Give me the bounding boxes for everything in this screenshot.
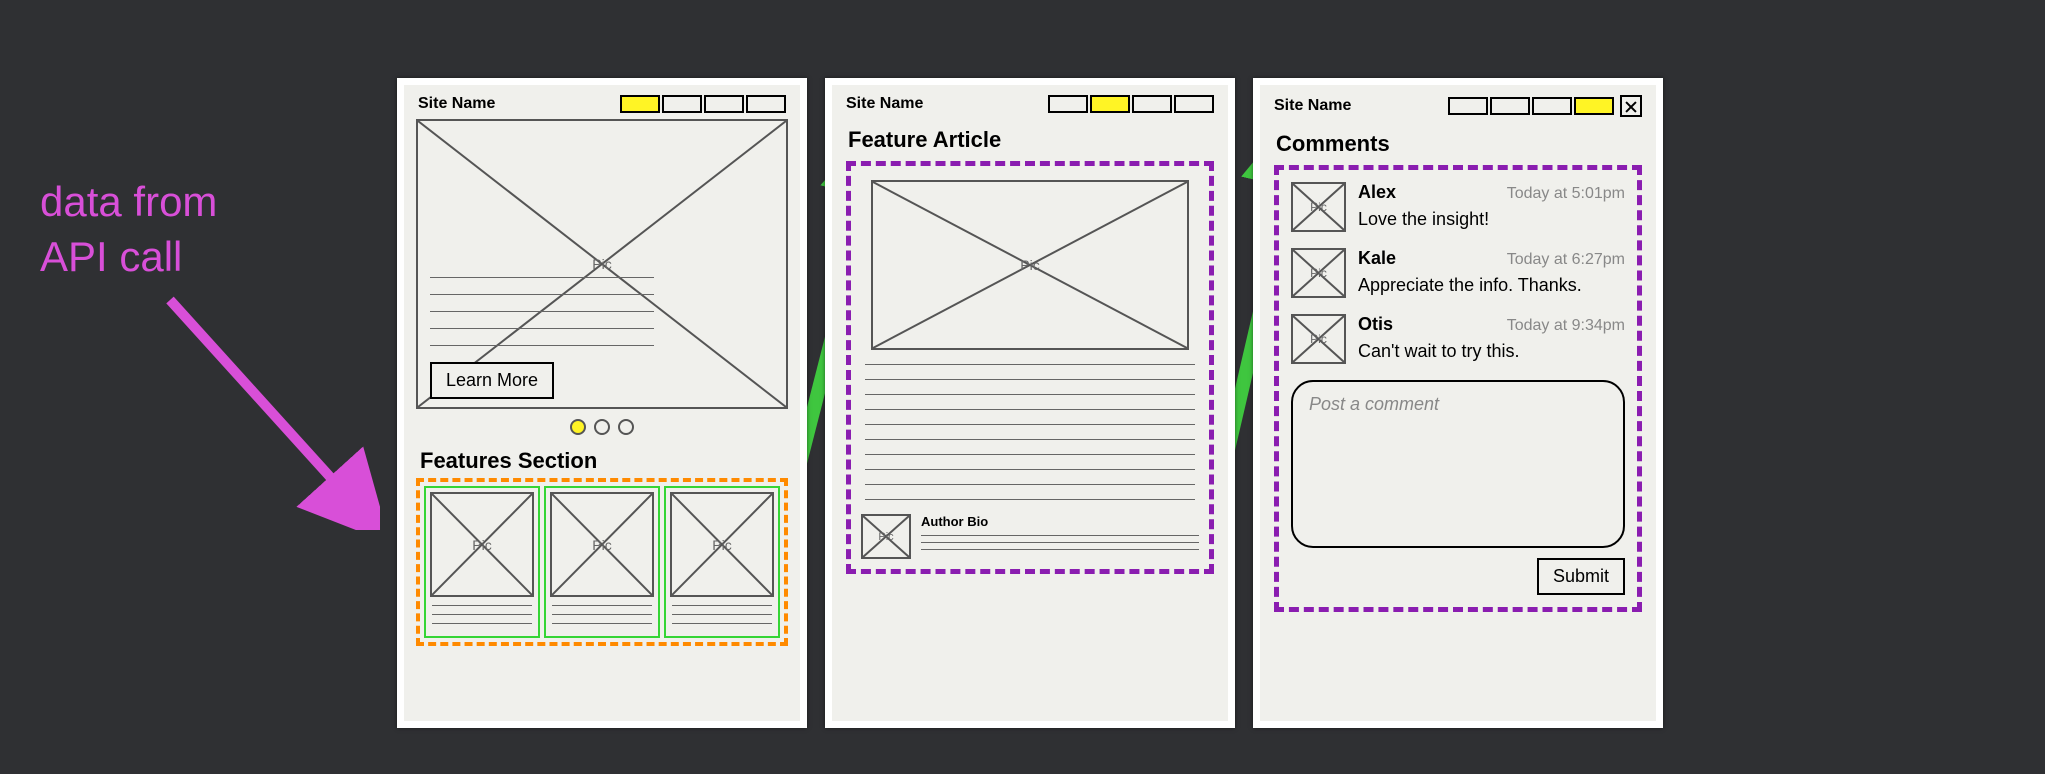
article-image-placeholder: Pic [871,180,1189,350]
placeholder-line [552,623,652,624]
placeholder-line [430,328,654,329]
placeholder-line [865,439,1195,440]
site-name: Site Name [846,95,923,113]
pic-label: Pic [712,537,731,553]
comment-body: Can't wait to try this. [1358,341,1625,362]
placeholder-line [672,614,772,615]
nav-tab-4[interactable] [746,95,786,113]
comment-time: Today at 6:27pm [1507,251,1625,269]
nav-tab-2[interactable] [662,95,702,113]
annotation-label: data from API call [40,175,217,284]
placeholder-line [430,311,654,312]
comments-api-region: Pic Alex Today at 5:01pm Love the insigh… [1274,165,1642,612]
placeholder-line [432,623,532,624]
pic-label: Pic [472,537,491,553]
comment-avatar-placeholder: Pic [1291,182,1346,232]
feature-card[interactable]: Pic [424,486,540,638]
nav-tab-3[interactable] [1132,95,1172,113]
pic-label: Pic [592,537,611,553]
comment-item: Pic Alex Today at 5:01pm Love the insigh… [1291,182,1625,232]
article-api-region: Pic Pic Author Bio [846,161,1214,574]
comment-time: Today at 5:01pm [1507,185,1625,203]
comment-item: Pic Kale Today at 6:27pm Appreciate the … [1291,248,1625,298]
placeholder-line [865,469,1195,470]
placeholder-line [865,409,1195,410]
comment-author: Kale [1358,248,1396,269]
nav-tab-1[interactable] [1048,95,1088,113]
feature-image-placeholder: Pic [670,492,774,597]
pic-label: Pic [1310,200,1327,214]
placeholder-line [432,614,532,615]
comment-avatar-placeholder: Pic [1291,314,1346,364]
nav-tabs [620,95,786,113]
nav-tab-4[interactable] [1174,95,1214,113]
submit-button[interactable]: Submit [1537,558,1625,595]
placeholder-line [552,614,652,615]
placeholder-line [921,549,1199,550]
features-api-region: Pic Pic Pic [416,478,788,646]
learn-more-button[interactable]: Learn More [430,362,554,399]
annotation-arrow [170,300,360,510]
nav-tab-2[interactable] [1490,97,1530,115]
comment-body: Appreciate the info. Thanks. [1358,275,1625,296]
pic-label: Pic [878,531,893,543]
hero-section: Pic Learn More [416,119,788,409]
author-bio-label: Author Bio [921,514,1199,529]
compose-placeholder: Post a comment [1309,394,1439,414]
pic-label: Pic [1310,266,1327,280]
pager-dot-2[interactable] [594,419,610,435]
placeholder-line [430,277,654,278]
nav-tab-4[interactable] [1574,97,1614,115]
placeholder-line [430,294,654,295]
author-bio-row: Pic Author Bio [861,514,1199,559]
feature-image-placeholder: Pic [550,492,654,597]
placeholder-line [865,484,1195,485]
placeholder-line [552,605,652,606]
site-name: Site Name [1274,97,1351,115]
site-name: Site Name [418,95,495,113]
features-section-title: Features Section [404,440,800,478]
comments-title: Comments [1260,123,1656,161]
placeholder-line [865,379,1195,380]
nav-tab-2[interactable] [1090,95,1130,113]
placeholder-line [432,605,532,606]
placeholder-line [865,454,1195,455]
placeholder-line [865,499,1195,500]
placeholder-line [672,623,772,624]
placeholder-line [921,535,1199,536]
nav-tab-1[interactable] [620,95,660,113]
nav-tabs [1048,95,1214,113]
placeholder-line [865,424,1195,425]
nav-tab-3[interactable] [704,95,744,113]
comment-author: Alex [1358,182,1396,203]
comment-compose-input[interactable]: Post a comment [1291,380,1625,548]
article-title: Feature Article [832,119,1228,157]
placeholder-line [921,542,1199,543]
nav-tabs [1448,95,1642,117]
pic-label: Pic [1310,332,1327,346]
pager-dot-3[interactable] [618,419,634,435]
placeholder-line [672,605,772,606]
wireframe-home-screen: Site Name Pic Learn More Feat [397,78,807,728]
placeholder-line [865,394,1195,395]
wireframe-article-screen: Site Name Feature Article Pic Pic [825,78,1235,728]
wireframe-comments-screen: Site Name Comments Pic Alex Today at 5:0… [1253,78,1663,728]
placeholder-line [430,345,654,346]
nav-tab-1[interactable] [1448,97,1488,115]
feature-card[interactable]: Pic [664,486,780,638]
close-icon[interactable] [1620,95,1642,117]
comment-time: Today at 9:34pm [1507,317,1625,335]
comment-item: Pic Otis Today at 9:34pm Can't wait to t… [1291,314,1625,364]
comment-body: Love the insight! [1358,209,1625,230]
pager-dot-1[interactable] [570,419,586,435]
feature-image-placeholder: Pic [430,492,534,597]
carousel-pager [404,419,800,440]
pic-label: Pic [1020,257,1039,273]
feature-card[interactable]: Pic [544,486,660,638]
author-image-placeholder: Pic [861,514,911,559]
placeholder-line [865,364,1195,365]
comment-avatar-placeholder: Pic [1291,248,1346,298]
comment-author: Otis [1358,314,1393,335]
nav-tab-3[interactable] [1532,97,1572,115]
